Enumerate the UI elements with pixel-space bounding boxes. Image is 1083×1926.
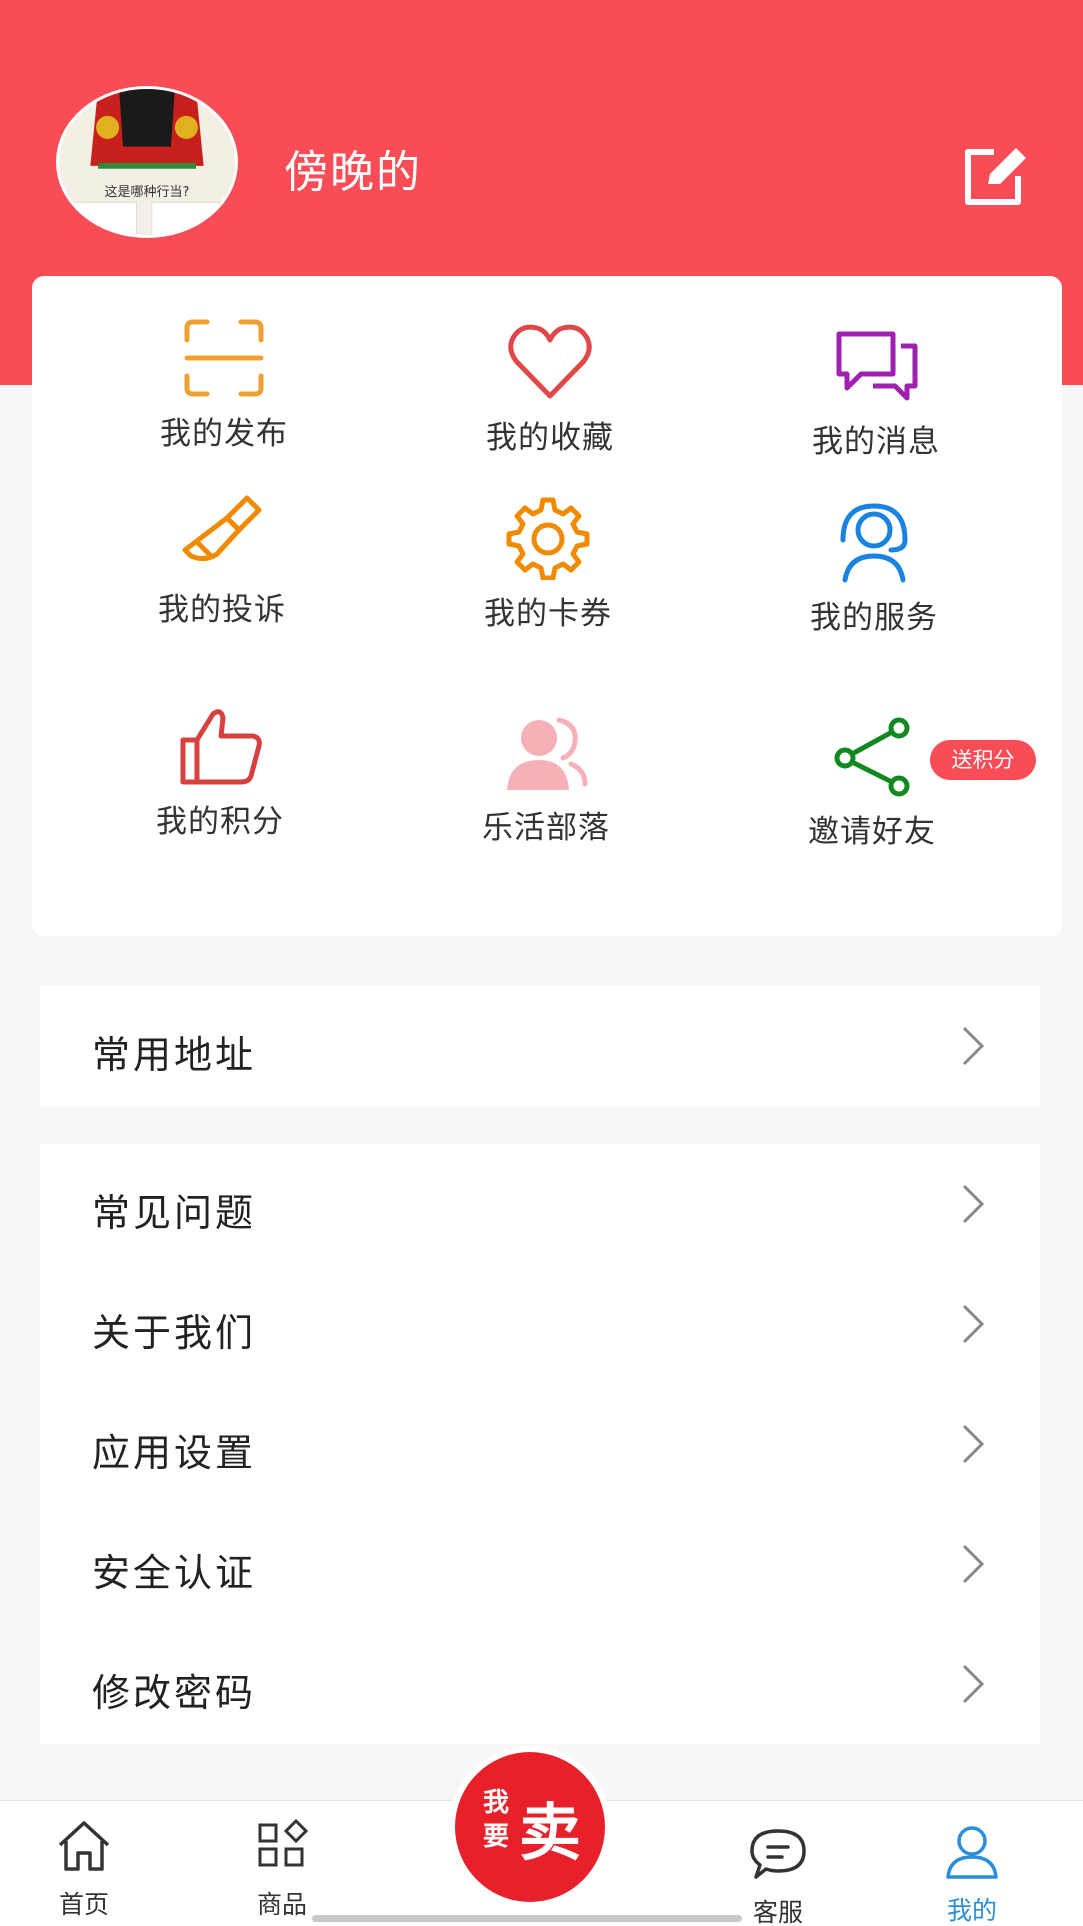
sell-button-big-text: 卖 — [519, 1796, 582, 1869]
share-icon — [834, 717, 910, 797]
menu-item-label: 应用设置 — [92, 1431, 257, 1475]
chevron-right-icon — [962, 1424, 985, 1464]
grid-item-community[interactable]: 乐活部落 — [396, 670, 696, 850]
tab-label: 我的 — [946, 1896, 997, 1925]
user-icon — [946, 1826, 998, 1879]
grid-item-services[interactable]: 我的服务 — [724, 460, 1024, 640]
menu-item-about[interactable]: 关于我们 — [40, 1264, 1040, 1384]
menu-item-label: 常用地址 — [92, 1033, 257, 1077]
tab-customer-service[interactable]: 客服 — [718, 1825, 838, 1926]
chat-bubbles-icon — [836, 331, 918, 401]
menu-item-change-password[interactable]: 修改密码 — [40, 1624, 1040, 1744]
avatar-caption: 这是哪种行当? — [104, 185, 190, 200]
grid-item-label: 我的卡券 — [484, 596, 612, 632]
scan-frame-icon — [184, 319, 264, 397]
grid-item-label: 我的服务 — [810, 600, 938, 636]
brush-icon — [182, 495, 262, 562]
chevron-right-icon — [962, 1184, 985, 1224]
menu-item-address[interactable]: 常用地址 — [40, 986, 1040, 1106]
grid-item-label: 我的消息 — [812, 424, 940, 460]
grid-item-favorites[interactable]: 我的收藏 — [400, 280, 700, 460]
menu-item-label: 安全认证 — [92, 1551, 257, 1595]
grid-item-label: 乐活部落 — [482, 810, 610, 846]
menu-item-label: 修改密码 — [92, 1671, 257, 1715]
menu-item-label: 常见问题 — [92, 1191, 257, 1235]
chevron-right-icon — [962, 1026, 985, 1066]
sell-button[interactable]: 我要 卖 — [455, 1752, 605, 1902]
menu-item-faq[interactable]: 常见问题 — [40, 1144, 1040, 1264]
menu-item-app-settings[interactable]: 应用设置 — [40, 1384, 1040, 1504]
gear-icon — [506, 497, 590, 580]
avatar[interactable]: 这是哪种行当? — [56, 86, 238, 238]
tab-label: 首页 — [58, 1890, 109, 1919]
username: 傍晚的 — [284, 147, 422, 198]
home-icon — [58, 1821, 110, 1871]
home-indicator[interactable] — [312, 1915, 742, 1922]
menu-item-security[interactable]: 安全认证 — [40, 1504, 1040, 1624]
grid-item-label: 我的积分 — [156, 804, 284, 840]
sell-button-small-text: 我要 — [483, 1788, 510, 1852]
heart-icon — [508, 324, 592, 399]
chat-icon — [750, 1829, 806, 1879]
chevron-right-icon — [962, 1664, 985, 1704]
tab-products[interactable]: 商品 — [222, 1817, 342, 1919]
tab-mine[interactable]: 我的 — [912, 1823, 1032, 1925]
menu-group-settings: 常见问题 关于我们 应用设置 安全认证 修改密码 — [40, 1144, 1040, 1744]
menu-group-address: 常用地址 — [40, 986, 1040, 1106]
chevron-right-icon — [962, 1544, 985, 1584]
grid-item-points[interactable]: 我的积分 — [70, 664, 370, 844]
grid-item-complaints[interactable]: 我的投诉 — [72, 452, 372, 632]
edit-icon[interactable] — [960, 144, 1030, 208]
grid-item-label: 我的投诉 — [158, 592, 286, 628]
grid-item-label: 我的发布 — [160, 416, 288, 452]
profile-page: 这是哪种行当? 傍晚的 我的发布 我的收藏 我的消息 我的投诉 我的卡券 我的服… — [0, 0, 1083, 1926]
grid-item-my-posts[interactable]: 我的发布 — [74, 276, 374, 456]
grid-item-coupons[interactable]: 我的卡券 — [398, 456, 698, 636]
invite-points-badge: 送积分 — [930, 740, 1036, 780]
chevron-right-icon — [962, 1304, 985, 1344]
grid-item-messages[interactable]: 我的消息 — [726, 284, 1026, 464]
grid-item-label: 我的收藏 — [486, 420, 614, 456]
avatar-image — [59, 89, 235, 235]
people-icon — [507, 717, 588, 790]
tab-home[interactable]: 首页 — [24, 1817, 144, 1919]
feature-grid: 我的发布 我的收藏 我的消息 我的投诉 我的卡券 我的服务 我的积分 乐活部落 … — [32, 276, 1062, 936]
grid-item-label: 邀请好友 — [808, 814, 936, 850]
category-icon — [258, 1818, 309, 1867]
thumbs-up-icon — [180, 709, 262, 785]
menu-item-label: 关于我们 — [92, 1311, 257, 1355]
headset-user-icon — [840, 503, 908, 583]
